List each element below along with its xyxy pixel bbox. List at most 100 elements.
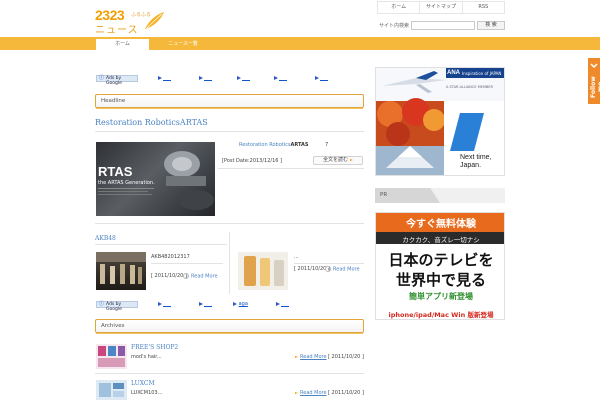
airline-brand: ANA: [447, 70, 460, 76]
tv-ad-line4: 世界中で見る: [395, 271, 486, 289]
site-logo[interactable]: 2323 ふるふる ニュース: [95, 7, 170, 36]
stage-graphic: [96, 252, 146, 284]
arrow-icon: [158, 301, 162, 306]
ad-link-5[interactable]: [315, 75, 328, 82]
archive-read-more-2[interactable]: Read More: [295, 390, 327, 396]
ads-by-google-badge-2[interactable]: ⓘ Ads by Google: [96, 301, 138, 312]
tv-ad-line3: 日本のテレビを: [388, 251, 494, 269]
ad-link-1[interactable]: [158, 75, 171, 82]
akb-left-title-divider: [151, 263, 223, 264]
headline-post-date: [Post Date:2013/12/16 ]: [222, 158, 282, 164]
archive-date-1: [ 2011/10/20 ]: [328, 354, 364, 360]
headline-image-tagline: the ARTAS Generation.: [98, 180, 155, 186]
top-link-home[interactable]: ホーム: [378, 2, 421, 13]
akb-left-read-more[interactable]: Read More: [183, 273, 218, 280]
ad-link-9[interactable]: [276, 301, 289, 308]
tab-home[interactable]: ホーム: [96, 39, 149, 50]
tv-ad-line2: カクカク、音ズレ一切ナシ: [402, 236, 480, 244]
archives-heading: Archives: [95, 319, 364, 334]
follow-me-tab[interactable]: Follow me: [588, 58, 600, 104]
pr-tab: PR: [375, 188, 440, 203]
headline-divider: [95, 131, 364, 132]
info-icon: ⓘ: [99, 301, 105, 307]
archive-thumbnail-1[interactable]: [96, 344, 127, 369]
arrow-icon: [295, 392, 298, 394]
product-graphic: [238, 252, 288, 290]
archive-date-2: [ 2011/10/20 ]: [328, 390, 364, 396]
archive-title-1[interactable]: FREE'S SHOP2: [131, 344, 178, 351]
arrow-icon: [274, 75, 278, 80]
archive-excerpt-1: mod's hair...: [131, 354, 162, 360]
headline-image-brand: RTAS: [98, 164, 133, 179]
ads-badge-label-2: Ads by Google: [106, 302, 122, 312]
arrow-icon: [315, 75, 319, 80]
archive-title-2[interactable]: LUXCM: [131, 380, 155, 387]
airline-alliance: A STAR ALLIANCE MEMBER: [446, 85, 493, 89]
main-nav: ホーム ニュース一覧: [0, 37, 600, 50]
read-full-button[interactable]: 全文を読む: [313, 156, 363, 165]
akb-left-thumbnail[interactable]: [96, 252, 146, 290]
arrow-icon: [350, 158, 353, 161]
headline-source[interactable]: Restoration RoboticsARTAS: [239, 142, 308, 148]
magazine-graphic: [96, 344, 127, 369]
top-link-rss[interactable]: RSS: [463, 2, 504, 13]
search-button[interactable]: 検 索: [477, 21, 505, 30]
ads-by-google-badge[interactable]: ⓘ Ads by Google: [96, 75, 138, 86]
arrow-icon: [199, 75, 203, 80]
top-links: ホーム サイトマップ RSS: [377, 1, 505, 14]
leaf-icon: [145, 12, 164, 29]
arrow-icon: [237, 75, 241, 80]
info-icon: ⓘ: [99, 75, 105, 81]
arrow-icon: [233, 301, 237, 306]
tv-ad-line6: iphone/ipad/Mac Win 版新登場: [388, 311, 494, 319]
sidebar-ad-tv[interactable]: 今すぐ無料体験 カクカク、音ズレ一切ナシ 日本のテレビを 世界中で見る 簡単アプ…: [375, 212, 505, 320]
arrow-icon: [158, 75, 162, 80]
site-header: 2323 ふるふる ニュース ホーム サイトマップ RSS サイト内検索 検 索: [0, 0, 600, 36]
headline-image[interactable]: RTAS the ARTAS Generation.: [96, 142, 215, 216]
headline-heading: Headline: [95, 94, 364, 109]
pr-section-header: PR: [375, 188, 505, 203]
akb-right-title-divider: [294, 263, 364, 264]
tab-news-list[interactable]: ニュース一覧: [157, 39, 209, 50]
ad-link-4[interactable]: [274, 75, 287, 82]
ads-badge-label: Ads by Google: [106, 76, 122, 86]
akb-section-link[interactable]: AKB48: [95, 235, 116, 242]
robot-graphic: [164, 151, 214, 210]
arrow-icon: [199, 301, 203, 306]
akb-column-separator: [229, 232, 230, 294]
airline-headline: Next time, Japan.: [460, 154, 492, 169]
ad-link-6[interactable]: [158, 301, 171, 308]
tv-ad-line1: 今すぐ無料体験: [406, 219, 476, 230]
ad-link-3[interactable]: [237, 75, 250, 82]
headline-bottom-divider: [95, 223, 364, 224]
ads-row-bottom: ⓘ Ads by Google aga: [96, 301, 364, 312]
akb-right-title: ...: [294, 254, 299, 260]
tv-ad-line5: 簡単アプリ新登場: [409, 292, 473, 301]
headline-count: 7: [325, 142, 329, 148]
ads-row-top: ⓘ Ads by Google: [96, 75, 364, 86]
ad-link-2[interactable]: [199, 75, 212, 82]
ad-link-7[interactable]: [199, 301, 212, 308]
headline-title-link[interactable]: Restoration RoboticsARTAS: [95, 118, 208, 127]
archive-thumbnail-2[interactable]: [96, 380, 127, 400]
logo-japanese: ニュース: [95, 25, 139, 36]
follow-me-label: Follow me: [590, 76, 600, 98]
search-label: サイト内検索: [379, 23, 410, 29]
sidebar-ad-airline[interactable]: ANA Inspiration of JAPAN A STAR ALLIANCE…: [375, 67, 505, 176]
follow-arrow-icon: [590, 63, 598, 69]
airline-brand-tag: Inspiration of JAPAN: [462, 71, 502, 76]
akb-right-read-more[interactable]: Read More: [325, 266, 360, 273]
akb-left-title: AKB482012317: [151, 254, 190, 260]
search-input[interactable]: [411, 21, 475, 30]
headline-meta-divider: [218, 168, 364, 169]
akb-divider: [95, 244, 227, 245]
archive-read-more-1[interactable]: Read More: [295, 354, 327, 360]
arrow-icon: [276, 301, 280, 306]
akb-left-date: [ 2011/10/20 ]: [151, 273, 187, 279]
top-link-sitemap[interactable]: サイトマップ: [420, 2, 463, 13]
akb-right-thumbnail[interactable]: [238, 252, 288, 290]
ad-link-8[interactable]: aga: [233, 301, 248, 308]
play-icon: [183, 273, 189, 279]
play-icon: [325, 266, 331, 272]
archive-divider-1: [95, 373, 364, 374]
